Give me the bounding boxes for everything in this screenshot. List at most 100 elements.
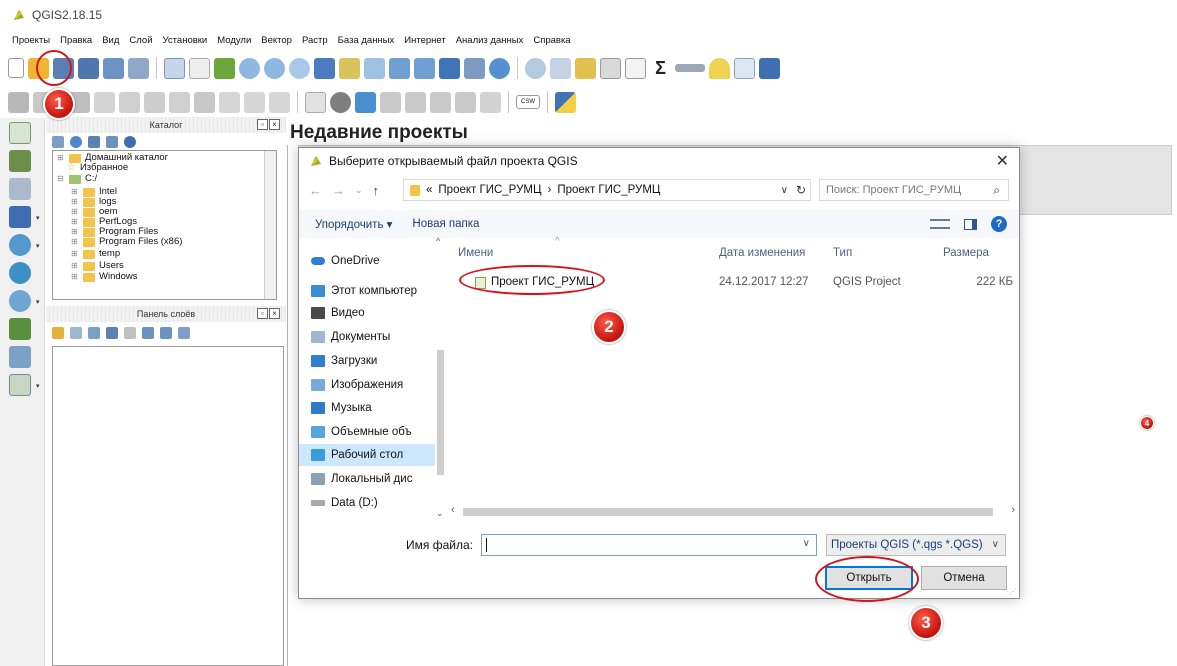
delete-selected-icon[interactable] xyxy=(194,91,215,113)
measure-icon[interactable] xyxy=(675,64,705,72)
collapse-all-icon[interactable] xyxy=(160,327,172,339)
cut-features-icon[interactable] xyxy=(219,91,240,113)
back-arrow-icon[interactable]: ← xyxy=(309,183,322,198)
column-header-name[interactable]: Имени xyxy=(458,240,493,266)
nav-item-this-pc[interactable]: Этот компьютер xyxy=(311,280,417,302)
save-as-icon[interactable] xyxy=(78,57,99,79)
map-tips-icon[interactable] xyxy=(709,57,730,79)
close-panel-icon[interactable]: × xyxy=(269,119,280,130)
cancel-button[interactable]: Отмена xyxy=(921,566,1007,590)
new-project-icon[interactable] xyxy=(8,58,24,78)
address-overflow[interactable]: « xyxy=(426,184,432,196)
search-icon[interactable]: ⌕ xyxy=(993,183,1000,198)
zoom-actual-icon[interactable] xyxy=(289,57,310,79)
catalog-scrollbar[interactable] xyxy=(264,151,276,299)
highlight-labels-icon[interactable] xyxy=(355,91,376,113)
change-view-icon[interactable] xyxy=(930,219,950,229)
tree-item[interactable]: ⊞ temp xyxy=(71,249,120,259)
menu-view[interactable]: Вид xyxy=(102,35,119,46)
properties-icon[interactable] xyxy=(124,136,136,148)
copy-features-icon[interactable] xyxy=(244,91,265,113)
label-pin-icon[interactable] xyxy=(330,91,351,113)
chevron-down-icon[interactable]: ∨ xyxy=(781,185,788,196)
filename-input[interactable]: ∨ xyxy=(481,534,817,556)
dropdown-icon[interactable]: ▾ xyxy=(36,298,40,306)
zoom-layer-icon[interactable] xyxy=(364,57,385,79)
scroll-left-icon[interactable]: ‹ xyxy=(451,504,455,516)
zoom-out-icon[interactable] xyxy=(264,57,285,79)
open-attribute-table-icon[interactable] xyxy=(600,57,621,79)
label-tool-icon[interactable] xyxy=(305,91,326,113)
composer-manager-icon[interactable] xyxy=(128,57,149,79)
chevron-down-icon[interactable]: ∨ xyxy=(803,538,810,549)
nav-item-video[interactable]: Видео xyxy=(311,302,365,324)
rotate-icon[interactable] xyxy=(169,91,190,113)
close-icon[interactable]: ✕ xyxy=(996,151,1009,171)
organize-button[interactable]: Упорядочить ▾ xyxy=(315,217,392,231)
show-hide-labels-icon[interactable] xyxy=(455,91,476,113)
nav-item-onedrive[interactable]: OneDrive xyxy=(311,250,380,272)
menu-raster[interactable]: Растр xyxy=(302,35,328,46)
tree-item[interactable]: ☆ Избранное xyxy=(67,163,128,173)
nav-item-desktop[interactable]: Рабочий стол xyxy=(299,444,435,466)
collapse-all-icon[interactable] xyxy=(106,136,118,148)
refresh-icon[interactable] xyxy=(70,136,82,148)
help-icon[interactable] xyxy=(759,57,780,79)
menu-help[interactable]: Справка xyxy=(533,35,570,46)
nav-item-data-drive[interactable]: Data (D:) xyxy=(311,492,378,514)
tree-item[interactable]: ⊞ Users xyxy=(71,261,124,271)
tree-item[interactable]: ⊞ Program Files (x86) xyxy=(71,237,182,247)
add-group-icon[interactable] xyxy=(70,327,82,339)
python-console-icon[interactable] xyxy=(555,91,576,113)
help-icon[interactable]: ? xyxy=(991,216,1007,232)
identify-icon[interactable] xyxy=(525,57,546,79)
add-selected-layers-icon[interactable] xyxy=(52,136,64,148)
statistics-icon[interactable] xyxy=(625,57,646,79)
deselect-icon[interactable] xyxy=(575,57,596,79)
file-type-filter[interactable]: Проекты QGIS (*.qgs *.QGS) ∨ xyxy=(826,534,1006,556)
filter-legend-icon[interactable] xyxy=(106,327,118,339)
zoom-selection-icon[interactable] xyxy=(339,57,360,79)
chevron-down-icon[interactable]: ∨ xyxy=(992,535,999,555)
nav-item-local-disk[interactable]: Локальный дис xyxy=(311,468,412,490)
filter-icon[interactable] xyxy=(88,136,100,148)
nav-item-downloads[interactable]: Загрузки xyxy=(311,350,377,372)
new-print-composer-icon[interactable] xyxy=(103,57,124,79)
add-wcs-layer-icon[interactable] xyxy=(9,262,31,284)
rotate-label-icon[interactable] xyxy=(405,91,426,113)
scroll-up-icon[interactable]: ^ xyxy=(436,236,440,246)
new-bookmark-icon[interactable] xyxy=(439,57,460,79)
paste-features-icon[interactable] xyxy=(269,91,290,113)
add-virtual-layer-icon[interactable] xyxy=(9,346,31,368)
menu-layer[interactable]: Слой xyxy=(129,35,152,46)
csw-icon[interactable]: CSW xyxy=(516,95,540,109)
dropdown-icon[interactable]: ▾ xyxy=(36,242,40,250)
new-layer-icon[interactable] xyxy=(9,374,31,396)
close-panel-icon[interactable]: × xyxy=(269,308,280,319)
breadcrumb-segment[interactable]: Проект ГИС_РУМЦ xyxy=(557,184,660,196)
forward-arrow-icon[interactable]: → xyxy=(332,183,345,198)
annotation-icon[interactable] xyxy=(734,57,755,79)
up-arrow-icon[interactable]: ↑ xyxy=(373,183,380,198)
style-manager-icon[interactable] xyxy=(52,327,64,339)
add-wms-layer-icon[interactable] xyxy=(9,234,31,256)
menu-edit[interactable]: Правка xyxy=(60,35,92,46)
add-vector-layer-icon[interactable] xyxy=(9,122,31,144)
preview-pane-icon[interactable] xyxy=(964,218,977,230)
show-bookmarks-icon[interactable] xyxy=(464,57,485,79)
tree-item[interactable]: ⊟ C:/ xyxy=(57,174,97,184)
scroll-down-icon[interactable]: ⌄ xyxy=(436,508,444,519)
nav-item-pictures[interactable]: Изображения xyxy=(311,374,403,396)
node-tool-icon[interactable] xyxy=(144,91,165,113)
add-raster-layer-icon[interactable] xyxy=(9,150,31,172)
refresh-icon[interactable] xyxy=(489,57,510,79)
move-label-icon[interactable] xyxy=(380,91,401,113)
zoom-full-icon[interactable] xyxy=(314,57,335,79)
menu-processing[interactable]: Анализ данных xyxy=(456,35,524,46)
add-spatialite-layer-icon[interactable] xyxy=(9,178,31,200)
column-header-date[interactable]: Дата изменения xyxy=(719,240,805,266)
dropdown-icon[interactable]: ▾ xyxy=(36,382,40,390)
nav-item-3d-objects[interactable]: Объемные объ xyxy=(311,421,412,443)
catalog-tree[interactable]: ⊞ Домашний каталог ☆ Избранное ⊟ C:/ ⊞ Intel… xyxy=(52,150,277,300)
horizontal-scrollbar[interactable]: ‹ › xyxy=(449,504,1019,519)
